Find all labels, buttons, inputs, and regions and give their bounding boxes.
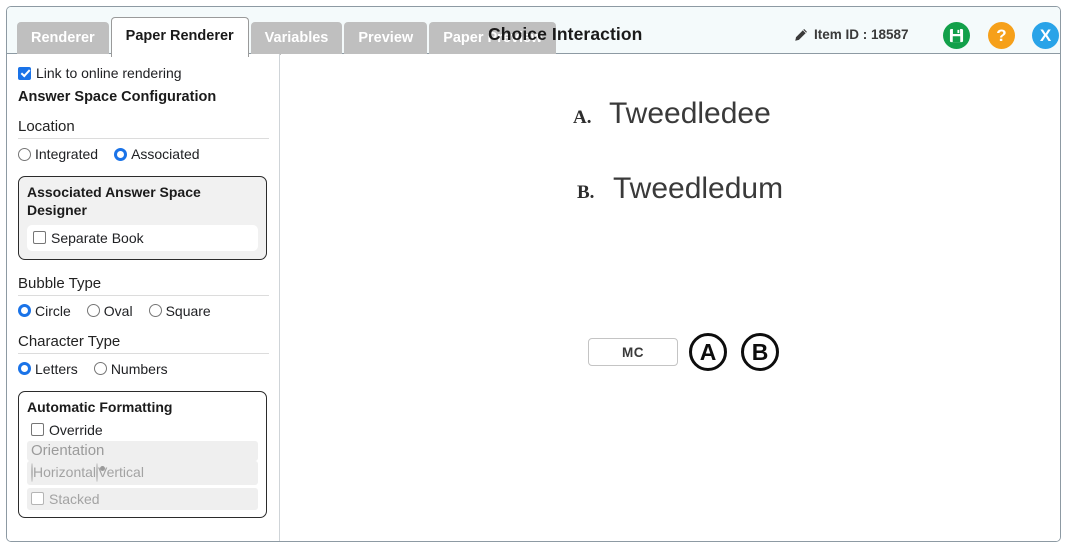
character-type-option-numbers-label: Numbers — [110, 360, 168, 377]
override-label: Override — [49, 421, 103, 438]
override-checkbox[interactable]: Override — [27, 419, 258, 441]
tab-preview[interactable]: Preview — [344, 22, 428, 55]
answer-space-type-box[interactable]: MC — [588, 338, 678, 366]
bubble-type-option-oval-label: Oval — [103, 302, 133, 319]
link-online-rendering-checkbox[interactable]: Link to online rendering — [18, 65, 269, 81]
radio-circle — [31, 462, 33, 482]
stacked-checkbox[interactable]: Stacked — [27, 487, 258, 510]
choice-letter: A. — [573, 107, 592, 128]
choice-text: Tweedledum — [613, 172, 784, 205]
save-icon[interactable] — [943, 22, 970, 49]
character-type-radio-group: Letters Numbers — [18, 361, 269, 377]
choice-text: Tweedledee — [609, 97, 771, 130]
help-icon[interactable]: ? — [988, 22, 1015, 49]
bubble-type-radio-group: Circle Oval Square — [18, 303, 269, 319]
radio-circle — [18, 362, 31, 376]
close-icon-glyph: X — [1039, 26, 1052, 45]
bubble-type-option-oval[interactable]: Oval — [86, 302, 133, 319]
orientation-option-horizontal-label: Horizontal — [33, 463, 97, 480]
character-type-option-letters[interactable]: Letters — [18, 361, 78, 377]
pencil-icon[interactable] — [794, 28, 808, 42]
item-id-group[interactable]: Item ID : 18587 — [794, 27, 909, 42]
choice-item[interactable]: B. Tweedledum — [577, 174, 783, 204]
checkbox-box — [18, 66, 31, 80]
radio-circle — [93, 362, 107, 376]
radio-circle — [18, 304, 31, 318]
radio-circle — [148, 304, 162, 318]
stacked-label: Stacked — [49, 490, 100, 507]
choice-item[interactable]: A. Tweedledee — [573, 99, 771, 129]
checkbox-box — [31, 423, 44, 437]
bubble-type-option-square[interactable]: Square — [148, 302, 211, 319]
tab-strip: Renderer Paper Renderer Variables Previe… — [17, 16, 558, 57]
configuration-sidebar: Link to online rendering Answer Space Co… — [7, 54, 280, 541]
radio-circle — [18, 147, 31, 161]
character-type-option-letters-label: Letters — [35, 360, 78, 377]
close-icon[interactable]: X — [1032, 22, 1059, 49]
automatic-formatting-title: Automatic Formatting — [27, 398, 173, 415]
radio-circle — [86, 304, 100, 318]
bubble-type-heading: Bubble Type — [18, 275, 269, 296]
bubble-type-option-circle-label: Circle — [35, 302, 71, 319]
location-option-integrated[interactable]: Integrated — [18, 146, 98, 162]
character-type-option-numbers[interactable]: Numbers — [93, 360, 168, 377]
location-heading: Location — [18, 118, 269, 139]
link-online-rendering-label: Link to online rendering — [36, 65, 182, 81]
answer-space-configuration-heading: Answer Space Configuration — [18, 89, 217, 105]
item-id-label: Item ID : 18587 — [814, 27, 909, 42]
radio-circle — [96, 462, 99, 482]
choice-letter: B. — [577, 182, 595, 203]
tab-variables[interactable]: Variables — [250, 22, 343, 55]
tab-renderer[interactable]: Renderer — [17, 22, 109, 55]
checkbox-box — [31, 492, 44, 506]
checkbox-box — [33, 231, 46, 245]
bubble-type-option-circle[interactable]: Circle — [18, 303, 71, 319]
page-title: Choice Interaction — [488, 24, 643, 44]
separate-book-label: Separate Book — [51, 229, 144, 246]
application-frame: Renderer Paper Renderer Variables Previe… — [6, 6, 1061, 542]
location-radio-group: Integrated Associated — [18, 146, 269, 162]
orientation-option-horizontal[interactable]: Horizontal — [31, 462, 97, 482]
associated-answer-space-designer-box: Associated Answer Space Designer Separat… — [18, 176, 267, 260]
radio-circle — [114, 147, 128, 161]
orientation-heading: Orientation — [27, 440, 258, 461]
location-option-associated-label: Associated — [131, 146, 200, 162]
separate-book-container: Separate Book — [27, 224, 258, 251]
orientation-option-vertical-label: Vertical — [98, 463, 144, 480]
orientation-radio-group: Horizontal Vertical — [27, 460, 258, 485]
character-type-heading: Character Type — [18, 333, 269, 354]
location-option-integrated-label: Integrated — [35, 146, 99, 162]
orientation-option-vertical[interactable]: Vertical — [96, 462, 144, 482]
automatic-formatting-box: Automatic Formatting Override Orientatio… — [18, 390, 267, 518]
answer-space-preview: MC A B — [588, 333, 779, 371]
paper-renderer-canvas: A. Tweedledee B. Tweedledum MC A B — [281, 54, 1060, 541]
header-bar: Renderer Paper Renderer Variables Previe… — [7, 7, 1060, 57]
tab-paper-renderer[interactable]: Paper Renderer — [110, 17, 249, 57]
separate-book-checkbox[interactable]: Separate Book — [33, 230, 252, 246]
associated-answer-space-designer-title: Associated Answer Space Designer — [27, 184, 201, 218]
answer-bubble-b[interactable]: B — [741, 333, 779, 371]
location-option-associated[interactable]: Associated — [114, 146, 200, 162]
bubble-type-option-square-label: Square — [165, 302, 211, 319]
help-icon-glyph: ? — [996, 26, 1007, 45]
answer-bubble-a[interactable]: A — [689, 333, 727, 371]
